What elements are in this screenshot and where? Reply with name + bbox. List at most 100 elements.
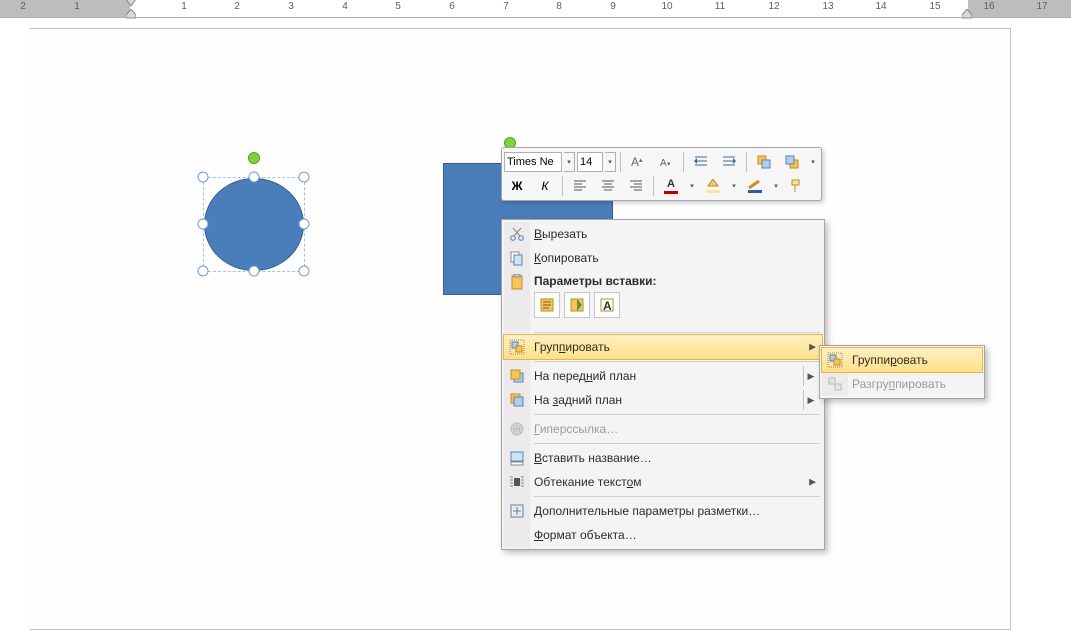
rotate-handle[interactable] (248, 152, 260, 164)
menu-label: На задний план (534, 393, 622, 407)
group-icon (826, 351, 844, 369)
menu-label: Обтекание текстом (534, 475, 642, 489)
bring-front-icon (508, 367, 526, 385)
align-right-button[interactable] (623, 174, 649, 198)
menu-label: Группировать (534, 340, 610, 354)
ruler-num: 17 (1036, 1, 1047, 12)
menu-format-object[interactable]: Формат объекта… (504, 523, 822, 547)
layout-options-icon (508, 502, 526, 520)
svg-text:▴: ▴ (639, 157, 643, 164)
menu-label: Вырезать (534, 227, 587, 241)
first-line-indent-marker[interactable] (126, 0, 136, 9)
menu-cut[interactable]: Вырезать (504, 222, 822, 246)
font-size-dropdown[interactable]: ▾ (605, 152, 616, 172)
menu-label: Параметры вставки: (534, 274, 657, 288)
context-menu: Вырезать Копировать Параметры вставки: A… (501, 219, 825, 550)
resize-handle-w[interactable] (198, 219, 209, 230)
ruler-num: 9 (610, 1, 616, 12)
bold-button[interactable]: Ж (504, 174, 530, 198)
send-back-icon (508, 391, 526, 409)
fill-color-dropdown[interactable]: ▾ (728, 176, 740, 196)
menu-bring-to-front[interactable]: На передний план ▶ (504, 364, 822, 388)
svg-text:A: A (631, 155, 639, 169)
decrease-indent-button[interactable] (688, 150, 714, 174)
clipboard-icon (508, 273, 526, 291)
submenu-group[interactable]: Группировать (821, 347, 983, 373)
menu-label: Гиперссылка… (534, 422, 618, 436)
ruler-num: 13 (822, 1, 833, 12)
align-center-button[interactable] (595, 174, 621, 198)
hyperlink-icon (508, 420, 526, 438)
svg-text:▾: ▾ (667, 161, 671, 168)
caption-icon (508, 449, 526, 467)
font-name-dropdown[interactable]: ▾ (564, 152, 575, 172)
submenu-arrow-icon: ▶ (809, 477, 816, 488)
menu-insert-caption[interactable]: Вставить название… (504, 446, 822, 470)
svg-text:A: A (603, 299, 612, 313)
font-name-input[interactable] (504, 152, 562, 172)
ruler-num: 3 (288, 1, 294, 12)
ruler-num: 2 (234, 1, 240, 12)
paste-text-only-button[interactable]: A (594, 292, 620, 318)
ruler-num: 12 (768, 1, 779, 12)
menu-label: Копировать (534, 251, 599, 265)
ruler-num: 16 (983, 1, 994, 12)
copy-icon (508, 249, 526, 267)
menu-send-to-back[interactable]: На задний план ▶ (504, 388, 822, 412)
menu-group[interactable]: Группировать ▶ (503, 334, 823, 360)
ruler-num: 7 (503, 1, 509, 12)
font-size-input[interactable] (577, 152, 603, 172)
format-painter-button[interactable] (784, 174, 810, 198)
ruler-num: 1 (74, 1, 80, 12)
resize-handle-nw[interactable] (198, 172, 209, 183)
font-color-dropdown[interactable]: ▾ (686, 176, 698, 196)
submenu-arrow-icon: ▶ (809, 342, 816, 353)
resize-handle-se[interactable] (299, 266, 310, 277)
group-submenu: Группировать Разгруппировать (819, 345, 985, 399)
align-left-button[interactable] (567, 174, 593, 198)
ungroup-icon (826, 375, 844, 393)
resize-handle-s[interactable] (249, 266, 260, 277)
font-color-button[interactable]: A (658, 174, 684, 198)
resize-handle-ne[interactable] (299, 172, 310, 183)
resize-handle-n[interactable] (249, 172, 260, 183)
menu-more-layout[interactable]: Дополнительные параметры разметки… (504, 499, 822, 523)
paste-merge-button[interactable] (564, 292, 590, 318)
submenu-arrow-icon[interactable]: ▶ (803, 390, 818, 410)
menu-copy[interactable]: Копировать (504, 246, 822, 270)
shrink-font-button[interactable]: A▾ (653, 150, 679, 174)
horizontal-ruler[interactable]: 2 1 1 2 3 4 5 6 7 8 9 10 11 12 13 14 15 … (0, 0, 1071, 18)
resize-handle-sw[interactable] (198, 266, 209, 277)
menu-hyperlink: Гиперссылка… (504, 417, 822, 441)
submenu-arrow-icon[interactable]: ▶ (803, 366, 818, 386)
ruler-num: 5 (395, 1, 401, 12)
hanging-indent-marker[interactable] (126, 9, 136, 19)
ruler-num: 8 (556, 1, 562, 12)
ruler-num: 15 (929, 1, 940, 12)
menu-text-wrapping[interactable]: Обтекание текстом ▶ (504, 470, 822, 494)
menu-paste-options: Параметры вставки: A (504, 270, 822, 330)
outline-color-button[interactable] (742, 174, 768, 198)
svg-text:A: A (660, 158, 667, 169)
outline-color-dropdown[interactable]: ▾ (770, 176, 782, 196)
wrap-text-icon (508, 473, 526, 491)
fill-color-button[interactable] (700, 174, 726, 198)
ruler-num: 14 (875, 1, 886, 12)
menu-label: На передний план (534, 369, 636, 383)
paste-keep-source-button[interactable] (534, 292, 560, 318)
bring-forward-button[interactable] (751, 150, 777, 174)
ruler-num: 4 (342, 1, 348, 12)
ruler-num: 1 (181, 1, 187, 12)
menu-label: Формат объекта… (534, 528, 637, 542)
menu-label: Дополнительные параметры разметки… (534, 504, 760, 518)
arrange-dropdown[interactable]: ▾ (807, 152, 819, 172)
resize-handle-e[interactable] (299, 219, 310, 230)
right-indent-marker[interactable] (962, 9, 972, 19)
send-backward-button[interactable] (779, 150, 805, 174)
group-icon (508, 338, 526, 356)
ellipse-shape[interactable] (204, 178, 304, 271)
submenu-ungroup: Разгруппировать (822, 372, 982, 396)
increase-indent-button[interactable] (716, 150, 742, 174)
grow-font-button[interactable]: A▴ (625, 150, 651, 174)
italic-button[interactable]: К (532, 174, 558, 198)
